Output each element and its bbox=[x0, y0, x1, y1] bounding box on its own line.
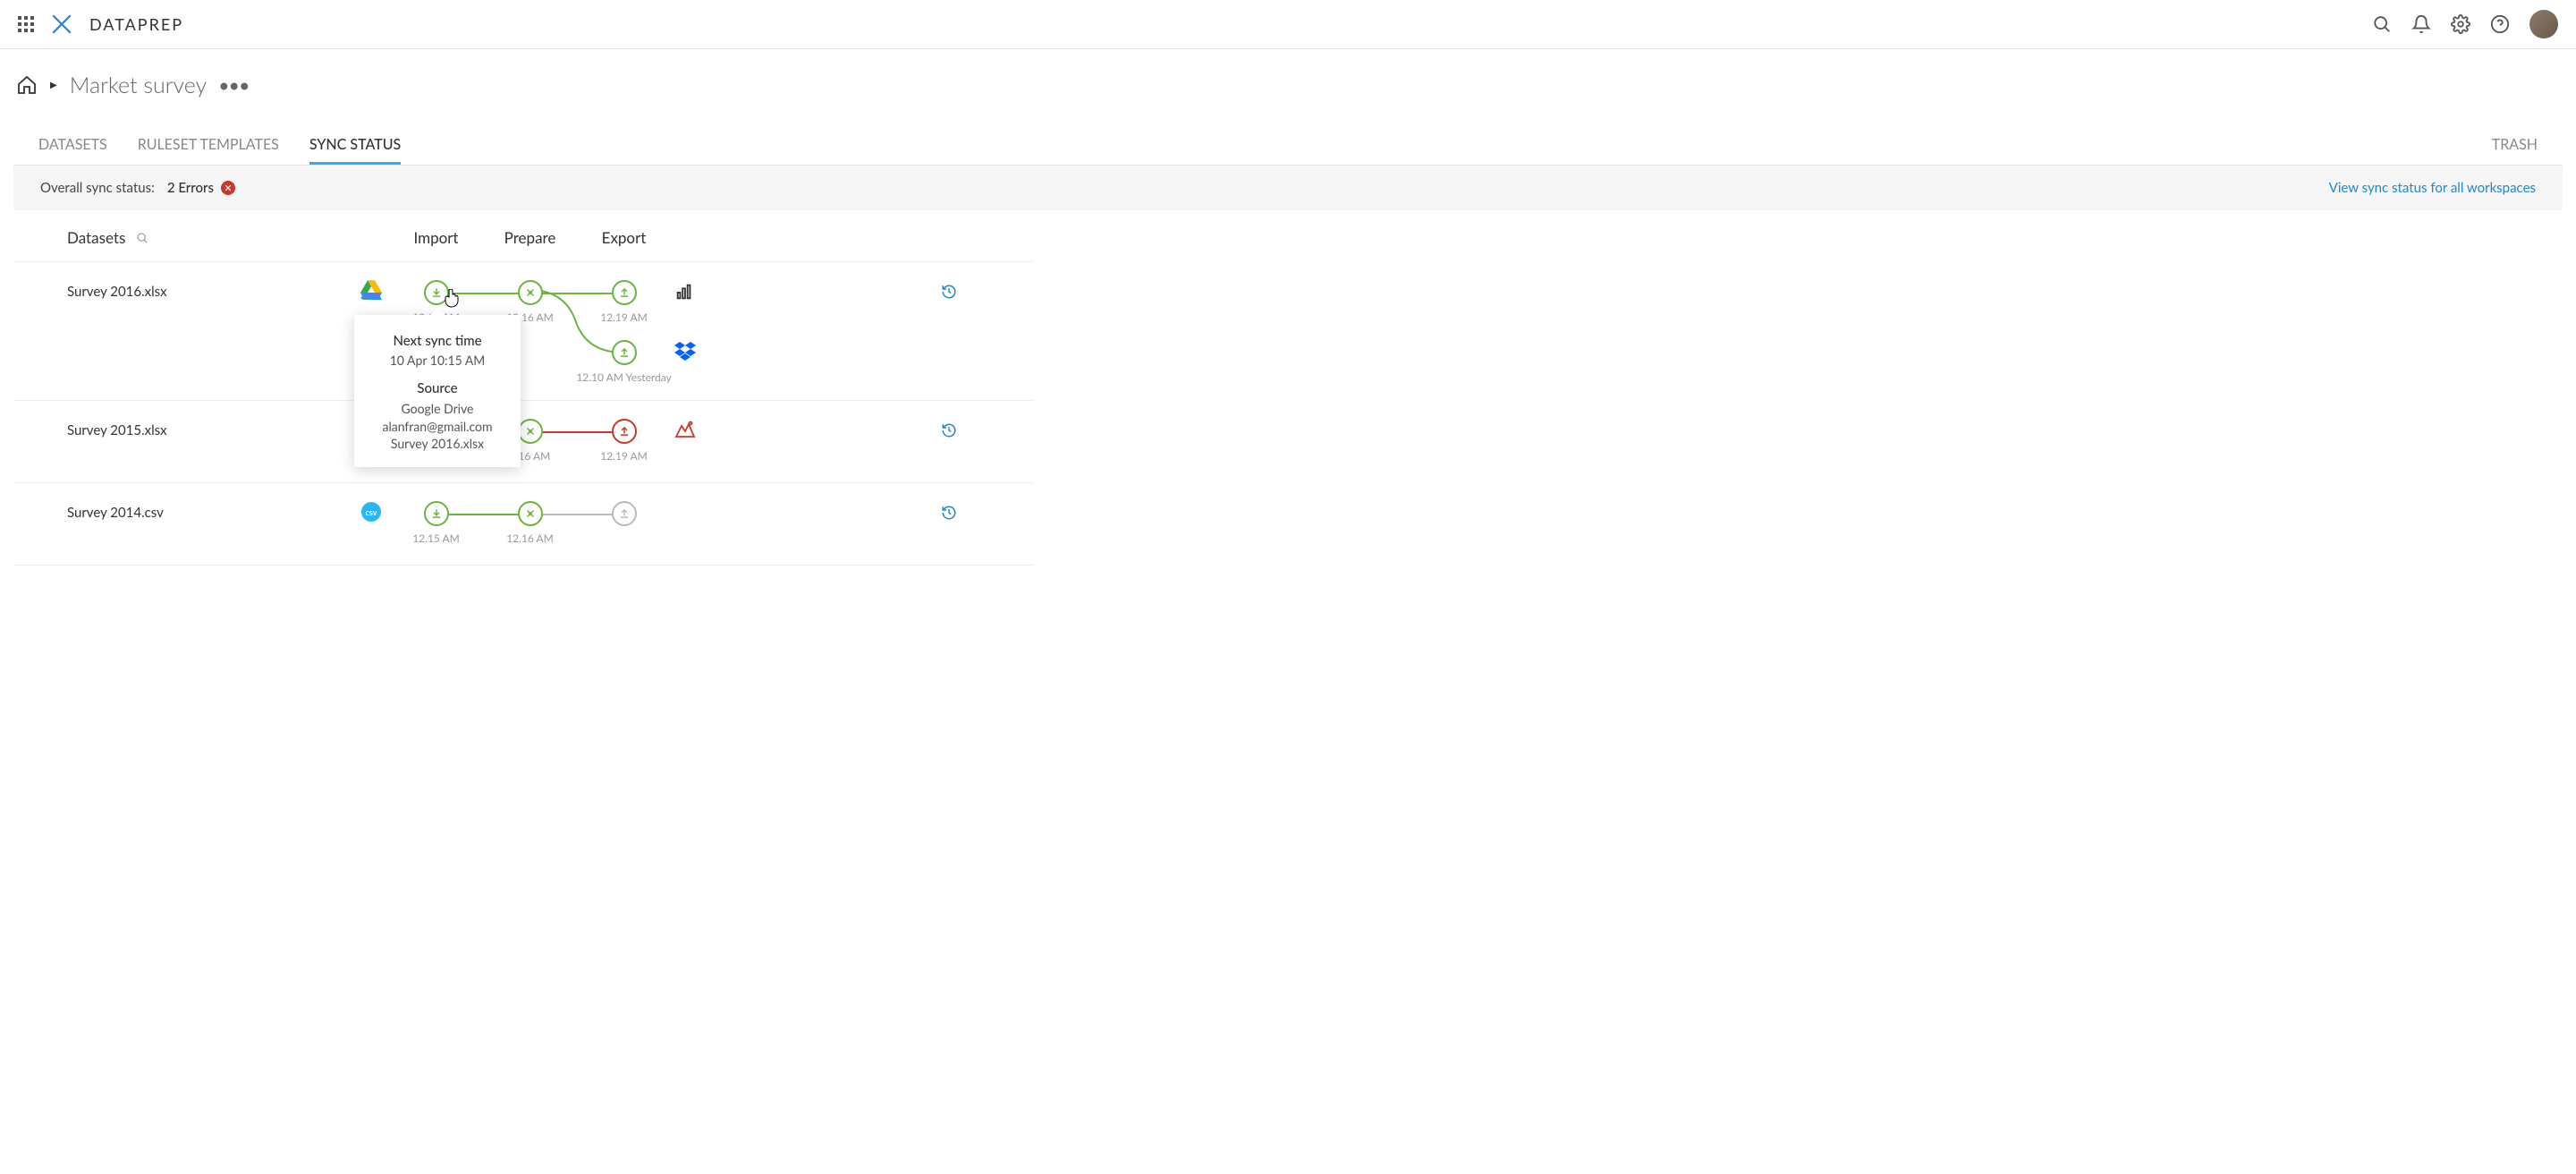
column-import: Import bbox=[389, 228, 483, 247]
tooltip-title: Next sync time bbox=[370, 333, 504, 349]
sync-tooltip: Next sync time 10 Apr 10:15 AM Source Go… bbox=[354, 315, 521, 467]
import-node[interactable] bbox=[424, 501, 449, 526]
table-header: Datasets Import Prepare Export bbox=[13, 210, 1033, 262]
export-timestamp: 12.10 AM Yesterday bbox=[576, 370, 671, 384]
import-node[interactable] bbox=[424, 280, 449, 305]
export-node[interactable] bbox=[612, 280, 637, 305]
export-node-error[interactable] bbox=[612, 419, 637, 444]
workspace-name[interactable]: Market survey bbox=[70, 72, 207, 98]
tabs: DATASETS RULESET TEMPLATES SYNC STATUS T… bbox=[13, 127, 2563, 166]
tab-datasets[interactable]: DATASETS bbox=[38, 127, 107, 165]
dataset-name[interactable]: Survey 2015.xlsx bbox=[67, 419, 389, 438]
app-title: DATAPREP bbox=[89, 14, 183, 34]
gear-icon[interactable] bbox=[2451, 14, 2470, 34]
csv-source-icon: csv bbox=[360, 501, 382, 523]
search-icon[interactable] bbox=[2372, 14, 2392, 34]
table-row: Survey 2015.xlsx 2.16 AM 12.19 AM bbox=[13, 401, 1033, 483]
svg-text:csv: csv bbox=[366, 507, 377, 517]
tab-trash[interactable]: TRASH bbox=[2492, 127, 2538, 165]
column-export: Export bbox=[577, 228, 671, 247]
status-label: Overall sync status: bbox=[40, 180, 155, 196]
history-icon[interactable] bbox=[941, 505, 957, 521]
table-row: Survey 2016.xlsx 12.15 AM bbox=[13, 262, 1033, 401]
mountains-icon bbox=[674, 421, 696, 438]
more-icon[interactable]: ••• bbox=[219, 75, 250, 95]
tooltip-source-name: Google Drive bbox=[370, 400, 504, 418]
dataset-name[interactable]: Survey 2016.xlsx bbox=[67, 280, 389, 300]
branch-connector bbox=[530, 290, 623, 354]
status-bar: Overall sync status: 2 Errors ✕ View syn… bbox=[13, 166, 2563, 210]
column-prepare: Prepare bbox=[483, 228, 577, 247]
powerbi-icon bbox=[674, 282, 694, 302]
help-icon[interactable] bbox=[2490, 14, 2510, 34]
export-node[interactable] bbox=[612, 340, 637, 365]
google-drive-icon bbox=[360, 280, 382, 300]
export-timestamp: 12.19 AM bbox=[600, 449, 648, 463]
prepare-node[interactable] bbox=[518, 501, 543, 526]
tooltip-sync-time: 10 Apr 10:15 AM bbox=[370, 353, 504, 368]
prepare-node[interactable] bbox=[518, 419, 543, 444]
tab-sync-status[interactable]: SYNC STATUS bbox=[309, 127, 401, 165]
column-datasets: Datasets bbox=[67, 228, 125, 247]
view-all-workspaces-link[interactable]: View sync status for all workspaces bbox=[2329, 180, 2536, 196]
datasets-search-icon[interactable] bbox=[136, 232, 148, 244]
top-header: DATAPREP bbox=[0, 0, 2576, 49]
dataprep-logo-icon bbox=[50, 13, 73, 36]
tooltip-source-email: alanfran@gmail.com bbox=[370, 418, 504, 436]
breadcrumb: ▶ Market survey ••• bbox=[13, 72, 2563, 98]
bell-icon[interactable] bbox=[2411, 14, 2431, 34]
status-value: 2 Errors bbox=[167, 180, 214, 196]
export-node-pending[interactable] bbox=[612, 501, 637, 526]
prepare-node[interactable] bbox=[518, 280, 543, 305]
chevron-right-icon: ▶ bbox=[50, 80, 57, 90]
history-icon[interactable] bbox=[941, 422, 957, 438]
tooltip-source-file: Survey 2016.xlsx bbox=[370, 435, 504, 453]
tab-ruleset-templates[interactable]: RULESET TEMPLATES bbox=[138, 127, 279, 165]
avatar[interactable] bbox=[2529, 10, 2558, 38]
tooltip-source-title: Source bbox=[370, 380, 504, 396]
import-timestamp: 12.15 AM bbox=[412, 532, 460, 545]
table-row: Survey 2014.csv csv 12.15 AM 12.16 AM bbox=[13, 483, 1033, 566]
dropbox-icon bbox=[674, 342, 696, 362]
prepare-timestamp: 12.16 AM bbox=[506, 532, 554, 545]
dataset-name[interactable]: Survey 2014.csv bbox=[67, 501, 389, 521]
apps-grid-icon[interactable] bbox=[18, 16, 34, 32]
error-badge-icon: ✕ bbox=[221, 181, 235, 195]
history-icon[interactable] bbox=[941, 284, 957, 300]
home-icon[interactable] bbox=[16, 74, 38, 96]
